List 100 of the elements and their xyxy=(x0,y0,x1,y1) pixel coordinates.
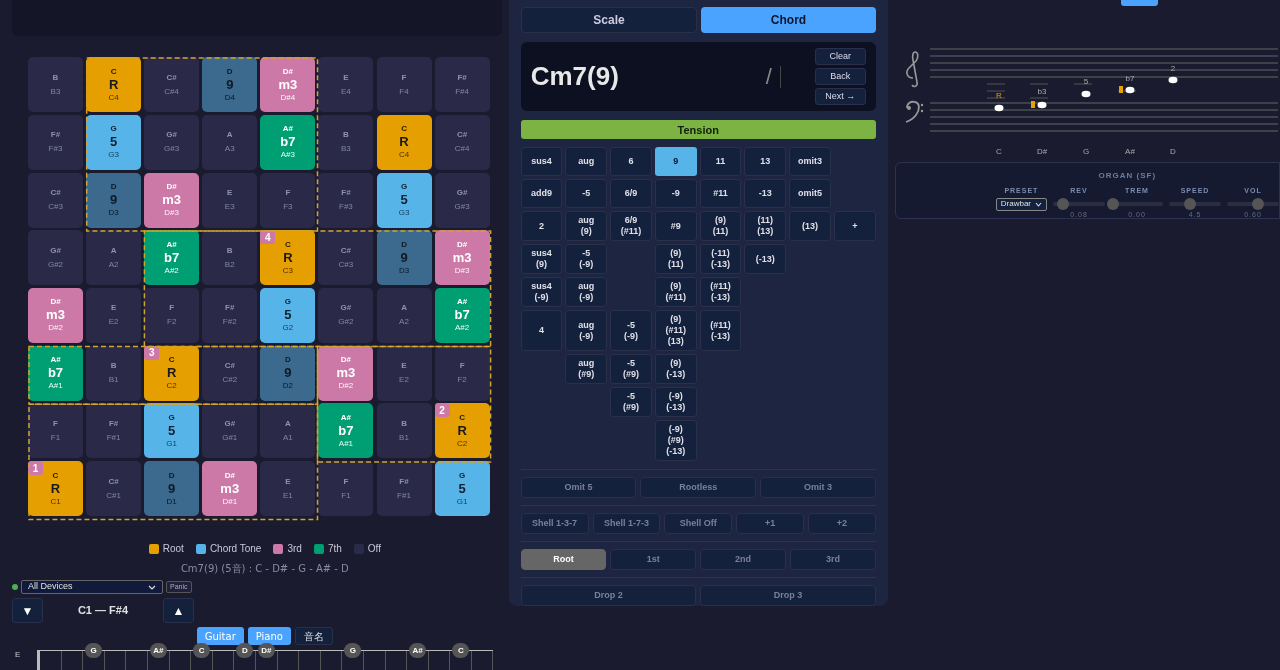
note-pad[interactable]: D 9 D3 xyxy=(376,230,432,286)
note-pad[interactable]: G# G#2 xyxy=(318,287,374,343)
staff-toggle-tab[interactable] xyxy=(1120,0,1158,6)
note-pad[interactable]: C R C4 xyxy=(376,114,432,170)
chord-edit-button[interactable]: Back xyxy=(814,68,866,86)
tension-button[interactable]: 4 xyxy=(520,310,563,352)
tension-button[interactable]: -13 xyxy=(744,179,787,209)
note-pad[interactable]: B B1 xyxy=(376,403,432,459)
note-pad[interactable]: B B1 xyxy=(86,345,142,401)
note-pad[interactable]: G 5 G3 xyxy=(86,114,142,170)
note-pad[interactable]: E E3 xyxy=(202,172,258,228)
view-toggle[interactable]: Piano xyxy=(247,627,291,645)
note-pad[interactable]: G# G#3 xyxy=(434,172,490,228)
tension-button[interactable]: 11 xyxy=(699,147,742,177)
drop-button[interactable]: Drop 2 xyxy=(520,585,697,606)
note-pad[interactable]: 3 C R C2 xyxy=(144,345,200,401)
mode-tab[interactable]: Chord xyxy=(701,7,876,33)
note-pad[interactable]: G 5 G2 xyxy=(260,287,316,343)
shell-button[interactable]: +2 xyxy=(807,513,876,535)
tension-button[interactable]: -5 (-9) xyxy=(565,244,608,275)
note-pad[interactable]: D# m3 D#4 xyxy=(260,57,316,113)
note-pad[interactable]: D 9 D4 xyxy=(202,57,258,113)
note-pad[interactable]: G 5 G1 xyxy=(144,403,200,459)
slider-thumb[interactable] xyxy=(1252,197,1265,210)
shell-button[interactable]: Shell 1-7-3 xyxy=(592,513,661,535)
note-pad[interactable]: C# C#3 xyxy=(28,172,83,228)
note-pad[interactable]: A A1 xyxy=(260,403,316,459)
tension-button[interactable]: #9 xyxy=(654,211,697,242)
chord-edit-button[interactable]: Next → xyxy=(814,88,866,106)
note-pad[interactable]: B B3 xyxy=(28,57,83,113)
note-pad[interactable]: 4 C R C3 xyxy=(260,230,316,286)
tension-button[interactable]: (9) (#11) xyxy=(654,277,697,308)
slider-thumb[interactable] xyxy=(1106,197,1119,210)
tension-button[interactable]: add9 xyxy=(520,179,563,209)
inversion-button[interactable]: Root xyxy=(520,549,607,571)
octave-up-button[interactable]: ▲ xyxy=(163,598,194,623)
slider[interactable] xyxy=(1053,197,1105,210)
tension-button[interactable]: -5 (-9) xyxy=(610,310,652,352)
note-pad[interactable]: C# C#4 xyxy=(144,57,200,113)
slider[interactable] xyxy=(1227,197,1279,210)
note-pad[interactable]: D 9 D2 xyxy=(260,345,316,401)
tension-button[interactable]: (9) (11) xyxy=(699,211,742,242)
view-toggle[interactable]: Guitar xyxy=(196,627,244,645)
note-pad[interactable]: G 5 G1 xyxy=(434,461,490,516)
note-pad[interactable]: D# m3 D#2 xyxy=(318,345,374,401)
note-pad[interactable]: D# m3 D#1 xyxy=(202,461,258,516)
tension-button[interactable]: omit3 xyxy=(789,147,831,177)
note-pad[interactable]: E E2 xyxy=(86,287,142,343)
tension-button[interactable]: aug xyxy=(565,147,608,177)
tension-button[interactable]: (9) (-13) xyxy=(654,354,697,385)
note-pad[interactable]: C# C#4 xyxy=(434,114,490,170)
note-pad[interactable]: F# F#1 xyxy=(376,461,432,516)
tension-button[interactable]: -9 xyxy=(654,179,697,209)
tension-button[interactable]: 6/9 xyxy=(610,179,652,209)
note-pad[interactable]: 2 C R C2 xyxy=(434,403,490,459)
note-pad[interactable]: 1 C R C1 xyxy=(28,461,83,516)
omit-button[interactable]: Omit 5 xyxy=(520,477,637,499)
note-pad[interactable]: F F3 xyxy=(260,172,316,228)
note-pad[interactable]: C R C4 xyxy=(86,57,142,113)
note-pad[interactable]: G# G#1 xyxy=(202,403,258,459)
note-pad[interactable]: B B3 xyxy=(318,114,374,170)
drop-button[interactable]: Drop 3 xyxy=(700,585,876,606)
note-pad[interactable]: A# b7 A#2 xyxy=(434,287,490,343)
tension-button[interactable]: + xyxy=(834,211,876,242)
tension-button[interactable]: 6 xyxy=(610,147,652,177)
note-pad[interactable]: F F1 xyxy=(28,403,83,459)
note-pad[interactable]: F# F#3 xyxy=(318,172,374,228)
view-toggle[interactable]: 音名 xyxy=(294,627,333,645)
note-pad[interactable]: F# F#4 xyxy=(434,57,490,113)
mode-tab[interactable]: Scale xyxy=(520,7,698,33)
preset-select[interactable]: Drawbar xyxy=(995,197,1047,211)
tension-button[interactable]: sus4 (9) xyxy=(520,244,563,275)
tension-button[interactable]: aug (-9) xyxy=(565,277,608,308)
tension-button[interactable]: sus4 (-9) xyxy=(520,277,563,308)
tension-button[interactable]: aug (9) xyxy=(565,211,608,242)
note-pad[interactable]: E E1 xyxy=(260,461,316,516)
slider-thumb[interactable] xyxy=(1057,197,1070,210)
tension-button[interactable]: (-9) (-13) xyxy=(654,387,697,418)
tension-button[interactable]: #11 xyxy=(699,179,742,209)
tension-button[interactable]: 13 xyxy=(744,147,787,177)
tension-button[interactable]: aug (-9) xyxy=(565,310,608,352)
note-pad[interactable]: F# F#2 xyxy=(202,287,258,343)
note-pad[interactable]: G# G#3 xyxy=(144,114,200,170)
slider-thumb[interactable] xyxy=(1183,197,1196,210)
tension-button[interactable]: (11) (13) xyxy=(744,211,787,242)
tension-button[interactable]: -5 xyxy=(565,179,608,209)
tension-button[interactable]: omit5 xyxy=(789,179,831,209)
note-pad[interactable]: F F1 xyxy=(318,461,374,516)
note-pad[interactable]: A A2 xyxy=(86,230,142,286)
shell-button[interactable]: Shell 1-3-7 xyxy=(520,513,589,535)
note-pad[interactable]: D# m3 D#2 xyxy=(28,287,83,343)
shell-button[interactable]: +1 xyxy=(736,513,804,535)
note-pad[interactable]: C# C#2 xyxy=(202,345,258,401)
note-pad[interactable]: F# F#1 xyxy=(86,403,142,459)
note-pad[interactable]: C# C#3 xyxy=(318,230,374,286)
inversion-button[interactable]: 3rd xyxy=(790,549,876,571)
note-pad[interactable]: F F2 xyxy=(434,345,490,401)
note-pad[interactable]: A A2 xyxy=(376,287,432,343)
shell-button[interactable]: Shell Off xyxy=(664,513,733,535)
tension-button[interactable]: (9) (11) xyxy=(654,244,697,275)
